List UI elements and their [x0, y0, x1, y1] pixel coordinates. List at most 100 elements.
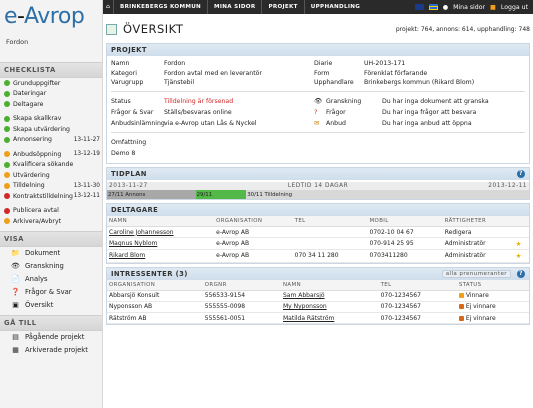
checklist-item[interactable]: Kvalificera sökande: [0, 160, 102, 171]
checklist-item[interactable]: Annonsering 13-11-27: [0, 135, 102, 146]
status-dot-icon: [4, 151, 10, 158]
checklist-item[interactable]: Kontraktstilldelning 13-12-11: [0, 191, 102, 202]
table-row: Abbarsjö Konsult 556533-9154 Sam Abbarsjö 0…: [107, 290, 529, 302]
timeline-segment: 29/11: [195, 190, 247, 199]
checklist-label: Utvärdering: [13, 171, 50, 179]
help-icon[interactable]: ?: [517, 269, 525, 278]
status-dot-icon: [4, 101, 10, 108]
column-header-blank: [513, 216, 529, 227]
cell-tel: 070-1234567: [378, 312, 457, 325]
logo[interactable]: e-Avrop: [0, 0, 102, 34]
menu-item-label: Frågor & Svar: [25, 288, 72, 296]
cell-tel: 070-1234567: [378, 290, 457, 302]
status-flag-icon: [458, 315, 464, 321]
diarie-value: UH-2013-171: [364, 60, 406, 67]
table-row: Caroline Johannesson e-Avrop AB 0702-10 04…: [107, 226, 529, 239]
checklist-date: 13-12-19: [73, 151, 100, 158]
cell-namn[interactable]: Matilda Rätström: [281, 312, 379, 325]
help-icon[interactable]: ?: [517, 170, 525, 178]
product-group-label: Varugrupp: [111, 79, 144, 86]
status-label: Status: [111, 97, 131, 105]
star-icon[interactable]: ★: [513, 237, 529, 251]
cell-namn[interactable]: Rikard Blom: [107, 249, 215, 263]
name-value: Fordon: [164, 60, 186, 67]
menu-item[interactable]: ▤ Pågående projekt: [0, 331, 102, 344]
buyer-label: Upphandlare: [314, 79, 354, 86]
checklist-item[interactable]: Skapa utvärdering: [0, 124, 102, 135]
checklist-item[interactable]: Arkivera/Avbryt: [0, 216, 102, 227]
stakeholders-panel: INTRESSENTER (3) alla prenumeranter? ORGA…: [106, 266, 530, 326]
menu-item-label: Pågående projekt: [25, 333, 85, 341]
cell-namn[interactable]: My Nyponsson: [281, 301, 379, 313]
chart-icon: 📄: [11, 275, 20, 283]
checklist-label: Anbudsöppning: [13, 150, 62, 158]
checklist-heading: CHECKLISTA: [0, 62, 102, 78]
column-header: TEL: [292, 216, 368, 227]
cell-namn[interactable]: Sam Abbarsjö: [281, 290, 379, 302]
cell-tel: 070 34 11 280: [292, 249, 368, 263]
star-icon[interactable]: ★: [513, 249, 529, 263]
cell-status: Ej vinnare: [456, 301, 529, 313]
menu-item-label: Granskning: [25, 262, 64, 270]
logout-link[interactable]: Logga ut: [501, 4, 528, 11]
breadcrumb-kommun[interactable]: BRINKEBERGS KOMMUN: [113, 0, 207, 14]
uk-flag-icon[interactable]: [414, 4, 424, 10]
checklist-item[interactable]: Anbudsöppning 13-12-19: [0, 149, 102, 160]
cell-org: Abbarsjö Konsult: [107, 290, 203, 302]
checklist-label: Publicera avtal: [13, 207, 59, 215]
eye-icon: 👁: [11, 262, 20, 270]
form-label: Form: [314, 69, 330, 77]
stakeholders-heading: INTRESSENTER (3): [111, 269, 188, 278]
cell-orgnr: 555555-0098: [202, 301, 281, 313]
folder-icon: 📁: [11, 249, 20, 257]
menu-item[interactable]: ▦ Arkiverade projekt: [0, 344, 102, 357]
menu-item[interactable]: 👁 Granskning: [0, 260, 102, 273]
checklist-item[interactable]: Publicera avtal: [0, 206, 102, 217]
checklist-item[interactable]: Tilldelning 13-11-30: [0, 181, 102, 192]
timeline-segment: 30/11 Tilldelning: [246, 190, 529, 199]
cell-tel: [292, 226, 368, 239]
cell-rt: Redigera: [442, 226, 514, 239]
menu-item[interactable]: ▣ Översikt: [0, 299, 102, 312]
checklist-label: Skapa utvärdering: [13, 125, 70, 133]
status-text: Ej vinnare: [465, 314, 496, 322]
table-row: Rikard Blom e-Avrop AB 070 34 11 280 070341…: [107, 249, 529, 263]
star-icon[interactable]: [513, 226, 529, 239]
menu-item[interactable]: 📄 Analys: [0, 273, 102, 286]
cell-namn[interactable]: Caroline Johannesson: [107, 226, 215, 239]
my-pages-link[interactable]: Mina sidor: [453, 4, 485, 11]
column-header: NAMN: [107, 216, 215, 227]
form-value: Förenklat förfarande: [364, 69, 428, 77]
checklist-item[interactable]: Grunduppgifter: [0, 78, 102, 89]
user-icon: ●: [442, 3, 449, 11]
breadcrumb-upphandling[interactable]: UPPHANDLING: [303, 0, 366, 14]
submission-value: via e-Avrop utan Lås & Nyckel: [164, 119, 257, 127]
checklist-item[interactable]: Utvärdering: [0, 170, 102, 181]
status-dot-icon: [4, 80, 10, 87]
checklist-label: Deltagare: [13, 100, 44, 108]
checklist-item[interactable]: Deltagare: [0, 99, 102, 110]
scope-label: Omfattning: [111, 139, 147, 146]
archive-icon: ▦: [12, 346, 19, 354]
breadcrumb-projekt[interactable]: PROJEKT: [261, 0, 303, 14]
menu-item[interactable]: ❓ Frågor & Svar: [0, 286, 102, 299]
cell-org: Rätström AB: [107, 312, 203, 325]
review-label: Granskning: [326, 97, 362, 105]
menu-item-label: Arkiverade projekt: [25, 346, 88, 354]
checklist-date: 13-11-30: [73, 182, 100, 189]
cell-namn[interactable]: Magnus Nyblom: [107, 237, 215, 251]
all-subscribers-button[interactable]: alla prenumeranter: [441, 269, 511, 278]
breadcrumb-mina-sidor[interactable]: MINA SIDOR: [207, 0, 261, 14]
checklist-label: Annonsering: [13, 136, 52, 144]
cell-tel: [292, 237, 368, 251]
column-header: STATUS: [456, 279, 529, 291]
checklist-item[interactable]: Skapa skallkrav: [0, 114, 102, 125]
se-flag-icon[interactable]: [428, 4, 438, 10]
home-icon[interactable]: ⌂: [103, 4, 113, 10]
participants-panel: DELTAGARE NAMN ORGANISATION TEL MOBIL RÄTTIG…: [106, 203, 530, 264]
timeline-lead-time: LEDTID 14 DAGAR: [287, 183, 349, 189]
checklist-item[interactable]: Dateringar: [0, 89, 102, 100]
table-row: Magnus Nyblom e-Avrop AB 070-914 25 95 Admi…: [107, 237, 529, 251]
cell-rt: Administratör: [442, 249, 514, 263]
menu-item[interactable]: 📁 Dokument: [0, 247, 102, 260]
